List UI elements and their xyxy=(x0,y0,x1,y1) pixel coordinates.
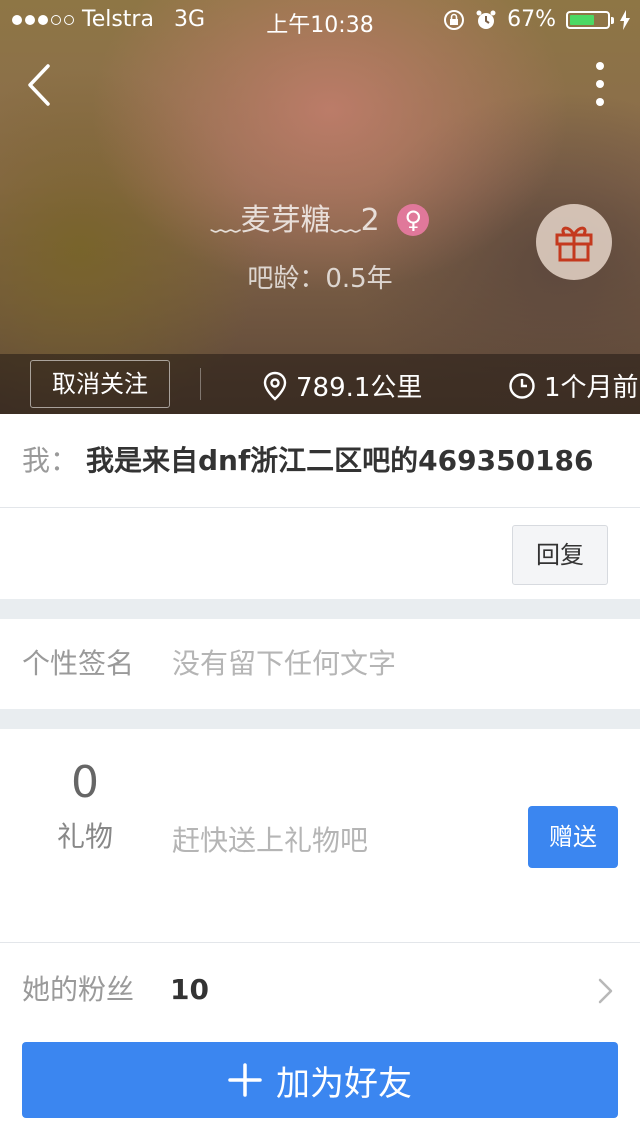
last-active-info: 1个月前 xyxy=(508,367,639,404)
location-pin-icon xyxy=(263,371,287,401)
section-divider xyxy=(0,599,640,619)
profile-action-bar: 取消关注 789.1公里 1个月前 xyxy=(0,354,640,414)
add-friend-label: 加为好友 xyxy=(276,1063,412,1104)
signature-row: 个性签名 没有留下任何文字 xyxy=(0,619,640,709)
section-divider xyxy=(0,709,640,729)
bar-divider xyxy=(200,368,201,400)
send-gift-button[interactable]: 赠送 xyxy=(528,806,618,868)
signature-label: 个性签名 xyxy=(22,647,135,680)
chevron-right-icon xyxy=(598,978,613,1004)
status-bar: Telstra 3G 上午10:38 67% xyxy=(0,0,640,40)
signature-text: 没有留下任何文字 xyxy=(172,647,397,680)
gift-label: 礼物 xyxy=(56,820,113,853)
reply-row: 回复 xyxy=(0,508,640,599)
distance-text: 789.1公里 xyxy=(296,373,423,403)
more-icon xyxy=(596,62,604,70)
fans-count: 10 xyxy=(170,973,209,1006)
message-text: 我是来自dnf浙江二区吧的469350186 xyxy=(86,444,594,477)
status-right: 67% xyxy=(443,7,630,32)
reply-button[interactable]: 回复 xyxy=(512,525,608,585)
fans-row[interactable]: 她的粉丝 10 xyxy=(0,944,640,1036)
plus-icon xyxy=(228,1063,262,1097)
alarm-icon xyxy=(476,10,496,29)
gift-button[interactable] xyxy=(536,204,612,280)
charging-icon xyxy=(620,9,630,30)
profile-header: Telstra 3G 上午10:38 67% ﹏麦芽糖﹏2 ♀ 吧龄：0.5年 … xyxy=(0,0,640,414)
battery-icon xyxy=(566,10,614,29)
gift-icon xyxy=(555,226,593,262)
unfollow-button[interactable]: 取消关注 xyxy=(30,360,170,408)
fans-label: 她的粉丝 xyxy=(22,973,135,1006)
gift-prompt: 赶快送上礼物吧 xyxy=(172,824,369,857)
orientation-lock-icon xyxy=(444,9,465,30)
last-active-text: 1个月前 xyxy=(544,373,639,403)
more-options-button[interactable] xyxy=(588,62,612,106)
distance-info: 789.1公里 xyxy=(262,367,422,404)
username: ﹏麦芽糖﹏2 xyxy=(210,203,380,238)
gift-count: 0 xyxy=(71,757,99,808)
back-button[interactable] xyxy=(20,60,60,110)
clock-icon xyxy=(509,372,535,399)
female-gender-icon: ♀ xyxy=(397,204,430,236)
battery-percent: 67% xyxy=(507,7,556,32)
message-label: 我： xyxy=(22,444,79,477)
gift-section: 0 礼物 赶快送上礼物吧 赠送 xyxy=(0,729,640,943)
add-friend-button[interactable]: 加为好友 xyxy=(22,1042,618,1118)
back-icon xyxy=(28,64,50,106)
message-row: 我： 我是来自dnf浙江二区吧的469350186 xyxy=(0,414,640,508)
